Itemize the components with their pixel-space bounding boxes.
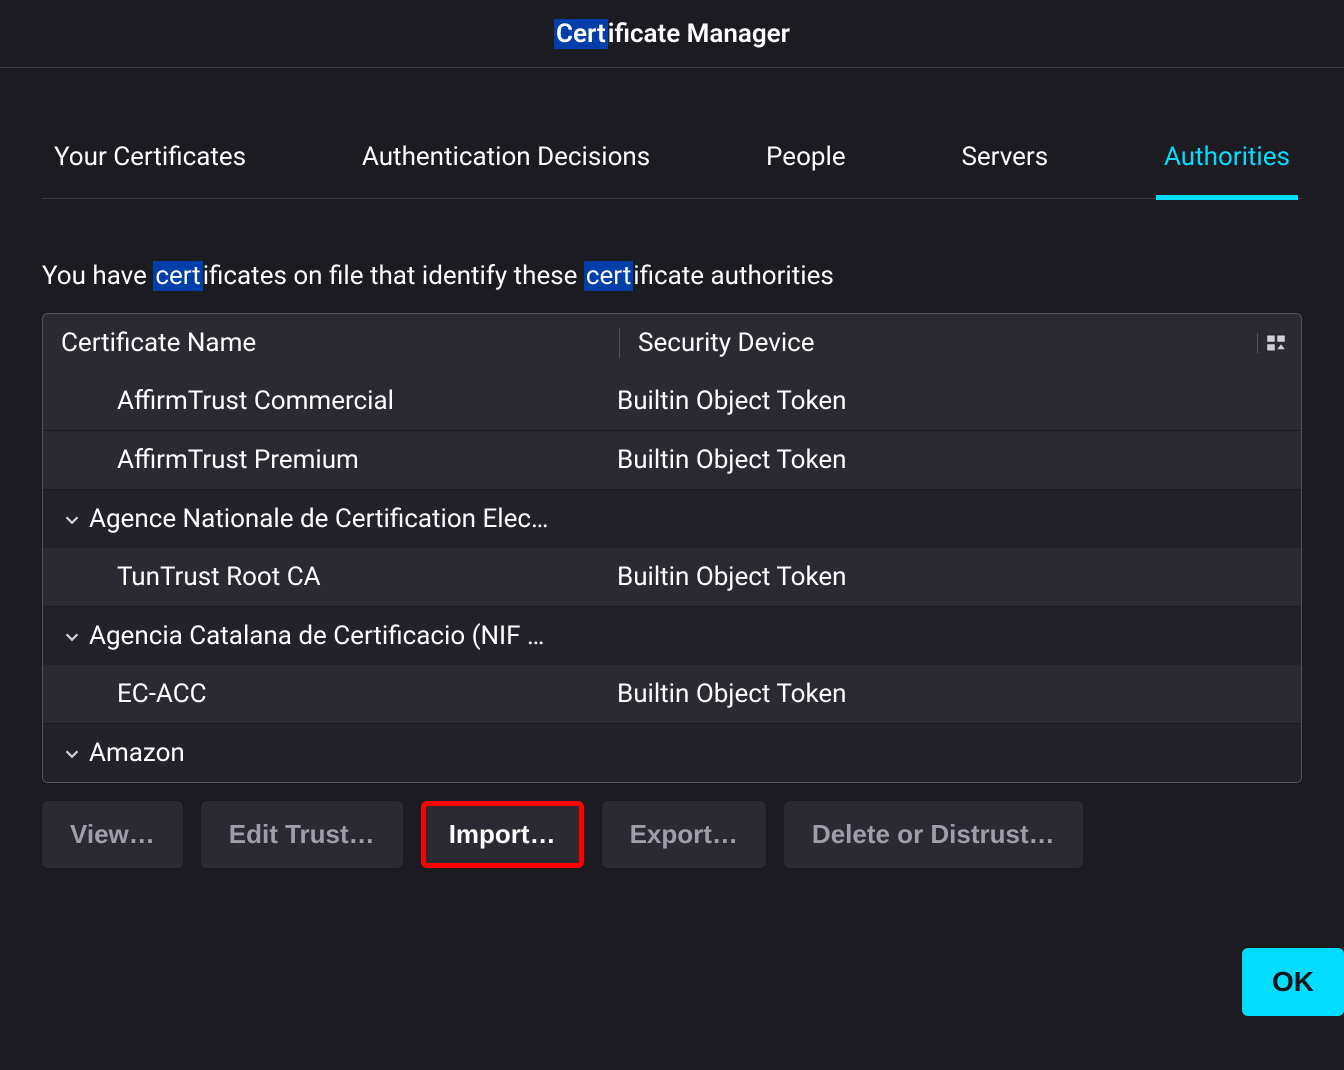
description-text: You have certificates on file that ident… bbox=[42, 261, 1302, 291]
cert-device: Builtin Object Token bbox=[601, 445, 1301, 475]
ok-button[interactable]: OK bbox=[1242, 948, 1344, 1016]
table-row[interactable]: TunTrust Root CA Builtin Object Token bbox=[43, 548, 1301, 607]
delete-distrust-button[interactable]: Delete or Distrust… bbox=[784, 801, 1083, 868]
chevron-down-icon bbox=[61, 508, 83, 530]
description-highlight-2: cert bbox=[584, 261, 633, 291]
title-highlight: Cert bbox=[554, 19, 608, 49]
description-highlight-1: cert bbox=[153, 261, 202, 291]
table-group-row[interactable]: Agencia Catalana de Certificacio (NIF … bbox=[43, 607, 1301, 665]
cert-device: Builtin Object Token bbox=[601, 562, 1301, 592]
table-group-row[interactable]: Agence Nationale de Certification Elec… bbox=[43, 490, 1301, 548]
edit-trust-button[interactable]: Edit Trust… bbox=[201, 801, 403, 868]
table-header: Certificate Name Security Device bbox=[43, 314, 1301, 372]
column-picker-icon[interactable] bbox=[1257, 333, 1293, 353]
cert-device: Builtin Object Token bbox=[601, 386, 1301, 416]
cert-name: AffirmTrust Premium bbox=[43, 445, 601, 475]
export-button[interactable]: Export… bbox=[602, 801, 766, 868]
window-title: Certificate Manager bbox=[0, 0, 1344, 68]
cert-name: TunTrust Root CA bbox=[43, 562, 601, 592]
group-name: Agence Nationale de Certification Elec… bbox=[89, 504, 548, 534]
chevron-down-icon bbox=[61, 625, 83, 647]
table-row[interactable]: EC-ACC Builtin Object Token bbox=[43, 665, 1301, 724]
tab-bar: Your Certificates Authentication Decisio… bbox=[42, 124, 1302, 199]
table-group-row[interactable]: Amazon bbox=[43, 724, 1301, 782]
tab-servers[interactable]: Servers bbox=[955, 124, 1054, 198]
group-name: Amazon bbox=[89, 738, 185, 768]
table-row[interactable]: AffirmTrust Commercial Builtin Object To… bbox=[43, 372, 1301, 431]
tab-authentication-decisions[interactable]: Authentication Decisions bbox=[356, 124, 656, 198]
column-security-device[interactable]: Security Device bbox=[619, 328, 1257, 358]
import-button[interactable]: Import… bbox=[421, 801, 584, 868]
certificate-table: Certificate Name Security Device AffirmT… bbox=[42, 313, 1302, 783]
view-button[interactable]: View… bbox=[42, 801, 183, 868]
column-certificate-name[interactable]: Certificate Name bbox=[61, 328, 619, 358]
tab-authorities[interactable]: Authorities bbox=[1158, 124, 1296, 198]
table-row[interactable]: AffirmTrust Premium Builtin Object Token bbox=[43, 431, 1301, 490]
cert-name: AffirmTrust Commercial bbox=[43, 386, 601, 416]
cert-name: EC-ACC bbox=[43, 679, 601, 709]
tab-your-certificates[interactable]: Your Certificates bbox=[48, 124, 252, 198]
chevron-down-icon bbox=[61, 742, 83, 764]
table-body: AffirmTrust Commercial Builtin Object To… bbox=[43, 372, 1301, 782]
cert-device: Builtin Object Token bbox=[601, 679, 1301, 709]
action-bar: View… Edit Trust… Import… Export… Delete… bbox=[42, 801, 1302, 868]
group-name: Agencia Catalana de Certificacio (NIF … bbox=[89, 621, 544, 651]
tab-people[interactable]: People bbox=[760, 124, 852, 198]
title-suffix: ificate Manager bbox=[608, 19, 790, 49]
